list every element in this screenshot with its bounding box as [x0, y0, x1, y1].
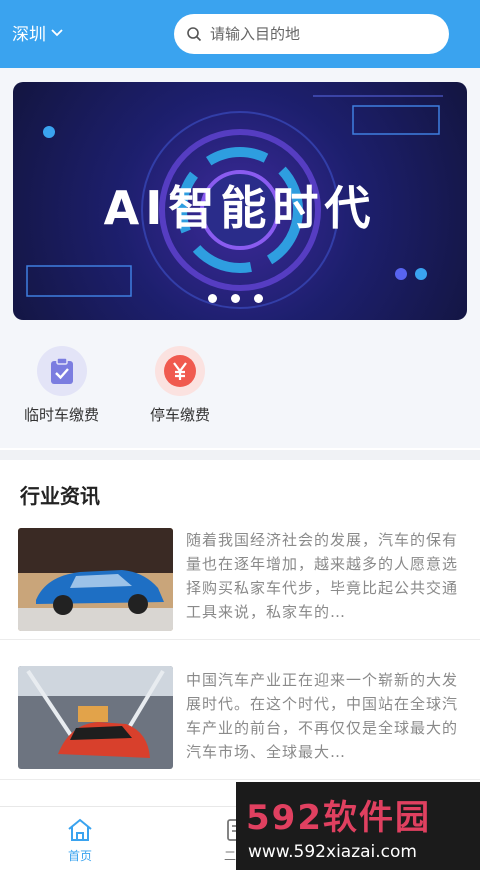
- tab-home-label: 首页: [67, 849, 92, 863]
- carousel-dot[interactable]: [208, 294, 217, 303]
- news-summary: 随着我国经济社会的发展，汽车的保有量也在逐年增加，越来越多的人愿意选择购买私家车…: [186, 531, 459, 621]
- city-selector[interactable]: 深圳: [12, 20, 64, 45]
- top-header: 深圳: [0, 0, 480, 68]
- tab-home[interactable]: 首页: [40, 817, 120, 864]
- section-divider: [0, 450, 480, 460]
- chevron-down-icon: [51, 28, 63, 36]
- carousel-indicators: [208, 294, 263, 303]
- watermark-brand: 592软件园: [246, 798, 431, 838]
- news-thumbnail: [18, 666, 173, 769]
- clipboard-check-icon: [36, 346, 87, 396]
- search-bar[interactable]: [174, 14, 449, 54]
- watermark-url: www.592xiazai.com: [248, 842, 417, 862]
- city-label: 深圳: [12, 25, 46, 45]
- search-icon: [187, 27, 202, 42]
- news-item[interactable]: 中国汽车产业正在迎来一个崭新的大发展时代。在这个时代，中国站在全球汽车产业的前台…: [0, 660, 480, 780]
- yen-icon: [155, 346, 205, 396]
- banner-title: AI智能时代: [103, 181, 377, 235]
- temp-car-payment-label: 临时车缴费: [24, 406, 100, 424]
- search-input[interactable]: [210, 25, 430, 43]
- news-item[interactable]: 随着我国经济社会的发展，汽车的保有量也在逐年增加，越来越多的人愿意选择购买私家车…: [0, 520, 480, 640]
- news-summary: 中国汽车产业正在迎来一个崭新的大发展时代。在这个时代，中国站在全球汽车产业的前台…: [186, 671, 459, 761]
- temp-car-payment-button[interactable]: 临时车缴费: [24, 346, 99, 425]
- parking-payment-label: 停车缴费: [150, 406, 211, 424]
- news-thumbnail: [18, 528, 173, 631]
- parking-payment-button[interactable]: 停车缴费: [150, 346, 210, 425]
- watermark-overlay: 592软件园 www.592xiazai.com: [236, 782, 480, 870]
- news-section-title: 行业资讯: [20, 484, 100, 508]
- carousel-dot[interactable]: [231, 294, 240, 303]
- banner-carousel[interactable]: AI智能时代: [13, 82, 467, 320]
- carousel-dot[interactable]: [254, 294, 263, 303]
- home-icon: [68, 818, 92, 841]
